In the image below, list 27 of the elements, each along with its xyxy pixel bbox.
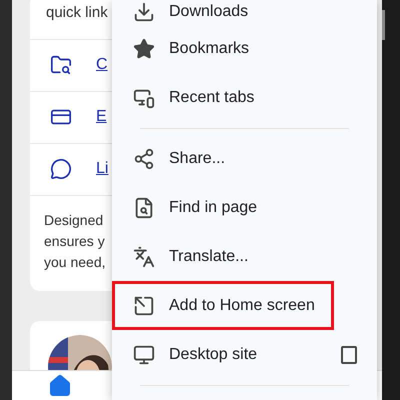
checkbox[interactable] bbox=[341, 346, 357, 364]
file-search-icon bbox=[133, 196, 155, 218]
description-text: ensures y bbox=[44, 232, 105, 251]
share-icon bbox=[133, 148, 155, 170]
menu-item[interactable]: Find in page bbox=[112, 183, 377, 232]
scrollbar bbox=[382, 10, 385, 40]
link[interactable]: C bbox=[96, 53, 108, 77]
description-text: Designed bbox=[44, 210, 104, 230]
link[interactable]: E bbox=[96, 105, 107, 129]
home-icon[interactable] bbox=[48, 374, 72, 398]
folder-search-icon bbox=[50, 54, 72, 76]
menu-item[interactable]: Bookmarks bbox=[112, 24, 377, 73]
menu-item[interactable]: Recent tabs bbox=[112, 73, 377, 122]
menu-item[interactable]: Share... bbox=[112, 134, 377, 183]
description-text: you need, bbox=[44, 252, 106, 272]
add-to-home-icon bbox=[133, 294, 155, 316]
monitor-icon bbox=[133, 344, 155, 366]
star-icon bbox=[133, 38, 155, 60]
download-icon bbox=[133, 1, 155, 23]
link[interactable]: Li bbox=[96, 157, 108, 181]
speech-bubble-icon bbox=[50, 158, 72, 180]
menu-item[interactable]: Translate... bbox=[112, 232, 377, 281]
menu-item[interactable]: Downloads bbox=[112, 0, 377, 24]
menu-item[interactable]: Add to Home screen bbox=[112, 281, 334, 330]
intro-text: quick link bbox=[46, 3, 108, 23]
menu-item[interactable]: Desktop site bbox=[112, 330, 342, 379]
translate-icon bbox=[133, 246, 155, 268]
